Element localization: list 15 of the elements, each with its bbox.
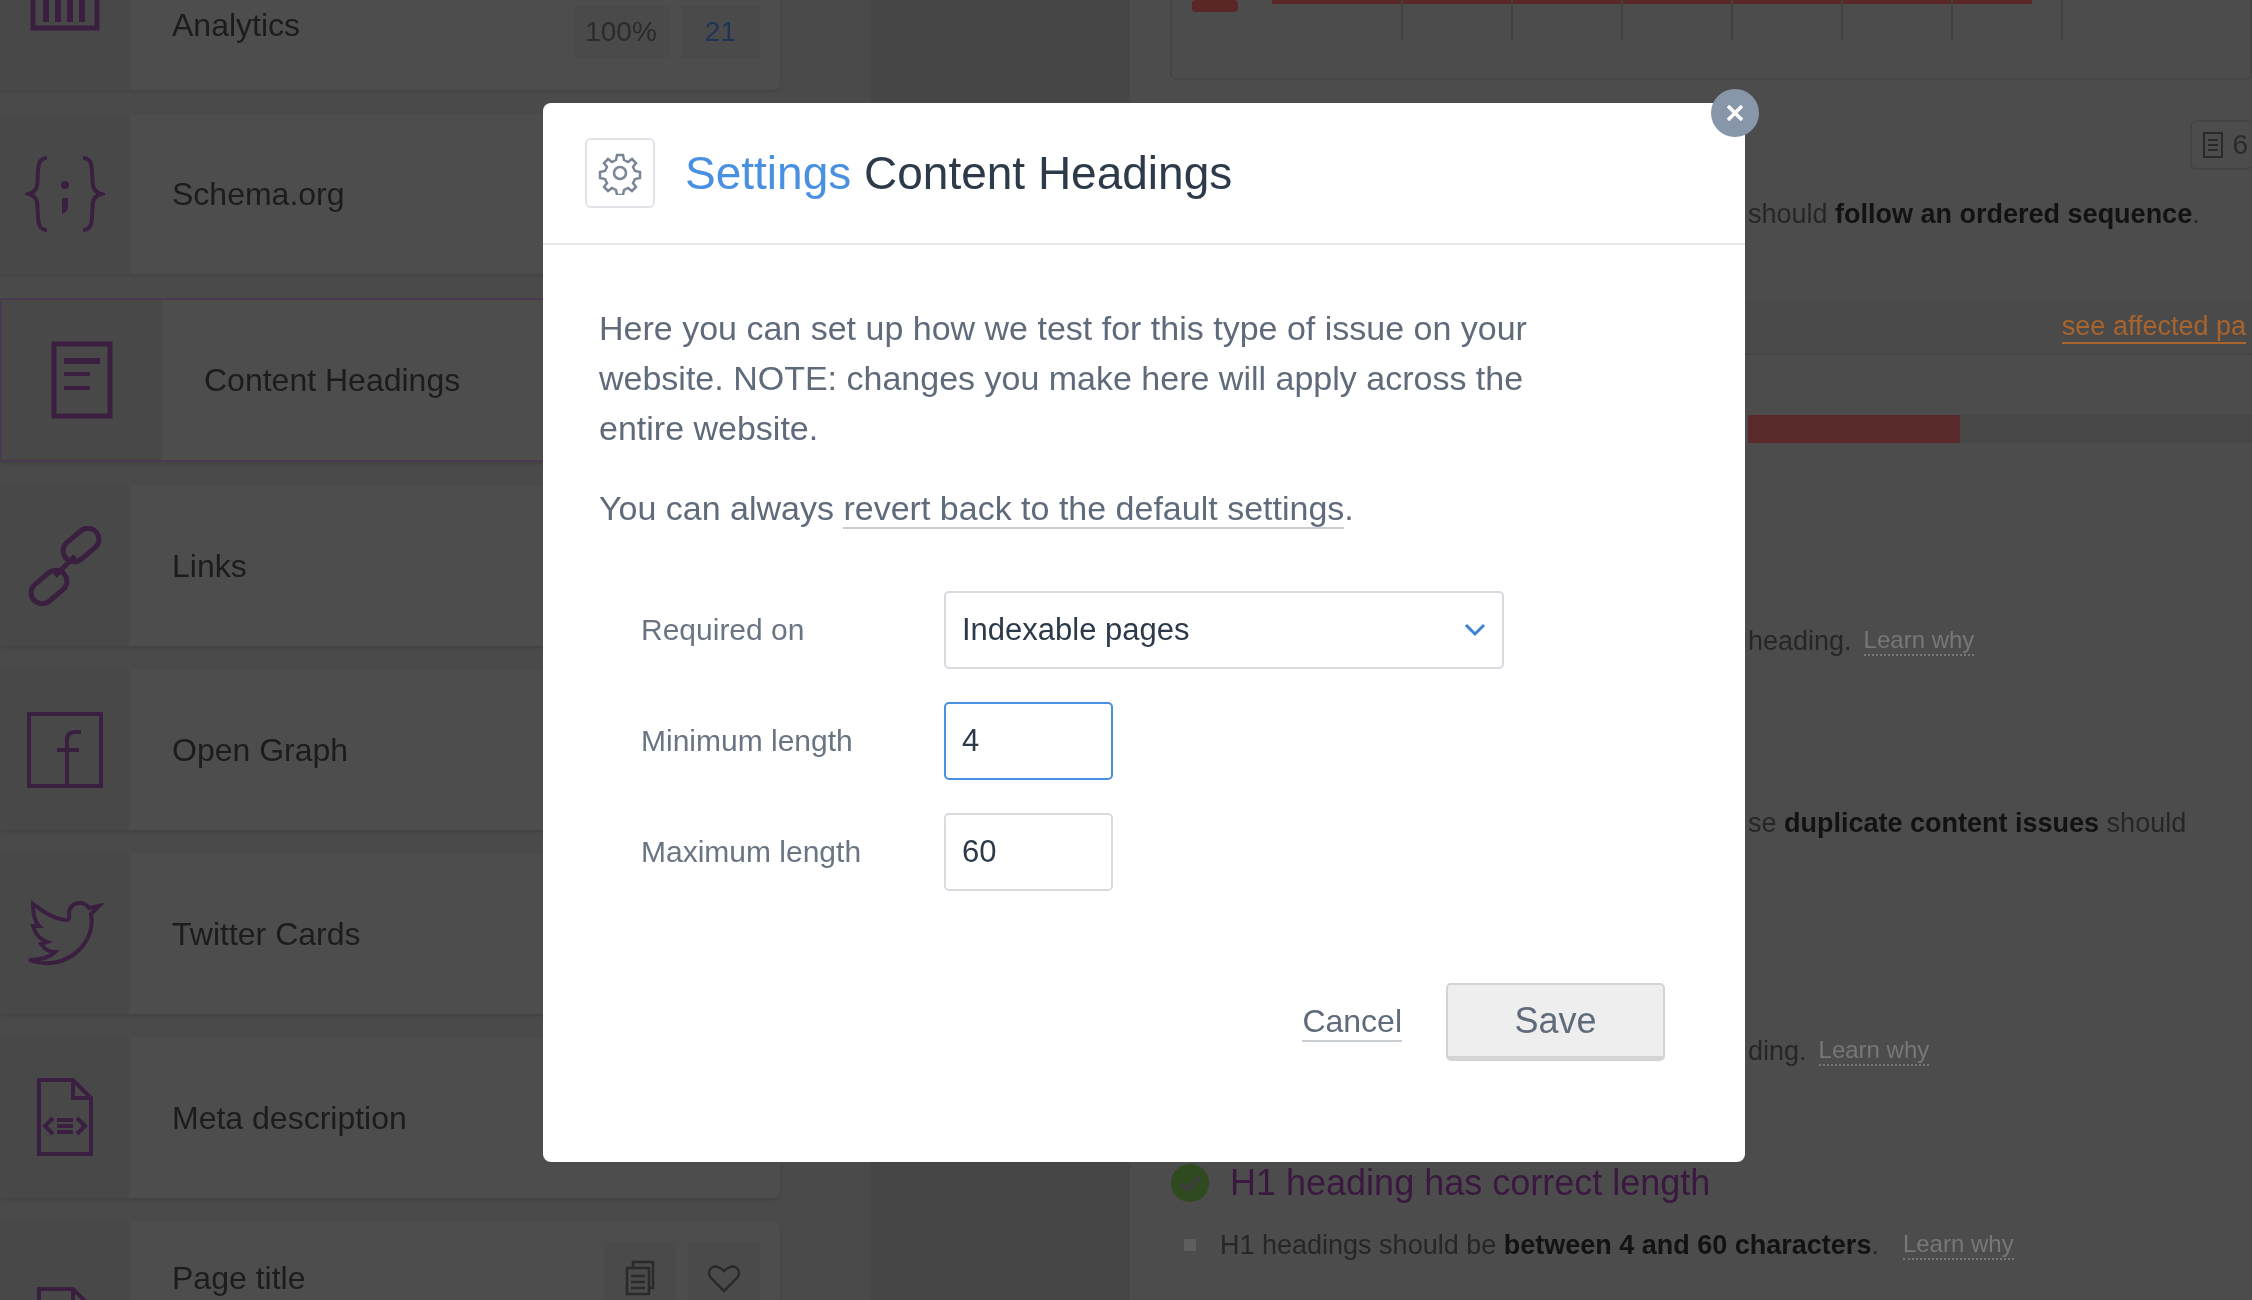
see-affected-link[interactable]: see affected pa	[2061, 310, 2246, 344]
save-button[interactable]: Save	[1446, 983, 1665, 1061]
cancel-link[interactable]: Cancel	[1302, 1002, 1402, 1042]
braces-icon	[25, 154, 105, 234]
revert-link[interactable]: revert back to the default settings	[843, 489, 1345, 529]
length-input[interactable]: 60	[944, 813, 1113, 891]
heart-icon	[707, 1263, 741, 1293]
required-on-select[interactable]: Indexable pages	[944, 591, 1504, 669]
documents-icon	[625, 1260, 655, 1296]
facebook-icon	[25, 710, 105, 790]
settings-icon	[598, 151, 642, 195]
close-icon	[1725, 103, 1745, 123]
document-icon	[2202, 131, 2225, 159]
chevron-down-icon	[1464, 623, 1486, 637]
length-input[interactable]: 4	[944, 702, 1113, 780]
